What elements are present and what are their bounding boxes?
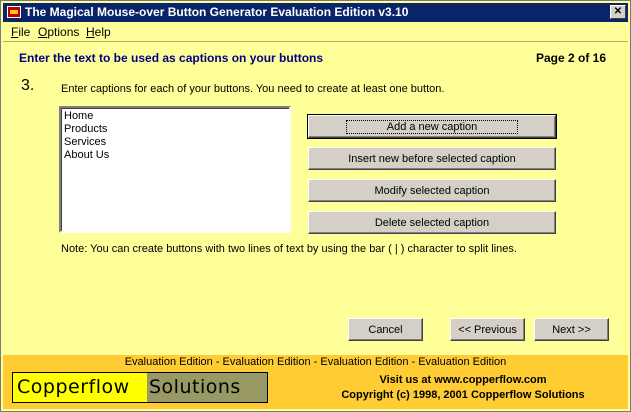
step-number: 3. — [21, 77, 35, 94]
menu-help[interactable]: Help — [86, 25, 111, 39]
company-logo[interactable]: Copperflow Solutions — [12, 372, 268, 403]
website-link[interactable]: Visit us at www.copperflow.com — [353, 374, 573, 386]
cancel-button[interactable]: Cancel — [348, 318, 423, 341]
menu-file-rest: ile — [18, 25, 31, 39]
footer: Copperflow Solutions Visit us at www.cop… — [3, 369, 628, 409]
caption-list-item[interactable]: About Us — [64, 149, 286, 162]
modify-caption-button[interactable]: Modify selected caption — [308, 179, 556, 202]
close-button[interactable]: ✕ — [610, 5, 626, 19]
title-bar[interactable]: The Magical Mouse-over Button Generator … — [3, 3, 628, 22]
menu-options-accel: O — [38, 25, 48, 39]
menu-options[interactable]: Options — [38, 25, 79, 39]
caption-list-item[interactable]: Services — [64, 136, 286, 149]
menu-file[interactable]: File — [11, 25, 30, 39]
page-instruction: Enter the text to be used as captions on… — [19, 51, 324, 65]
step-description: Enter captions for each of your buttons.… — [61, 83, 445, 95]
note-text: Note: You can create buttons with two li… — [61, 243, 517, 255]
previous-button[interactable]: << Previous — [450, 318, 525, 341]
add-caption-button[interactable]: Add a new caption — [307, 114, 557, 139]
copyright-text: Copyright (c) 1998, 2001 Copperflow Solu… — [341, 389, 585, 401]
insert-caption-button[interactable]: Insert new before selected caption — [308, 147, 556, 170]
delete-caption-button[interactable]: Delete selected caption — [308, 211, 556, 234]
menu-options-rest: ptions — [47, 25, 80, 39]
menu-help-rest: elp — [94, 25, 111, 39]
logo-right-text: Solutions — [147, 373, 267, 402]
window-title: The Magical Mouse-over Button Generator … — [25, 5, 409, 19]
page-header: Enter the text to be used as captions on… — [3, 41, 628, 71]
page-indicator: Page 2 of 16 — [535, 51, 606, 65]
app-window: The Magical Mouse-over Button Generator … — [0, 0, 631, 412]
menu-help-accel: H — [86, 25, 95, 39]
next-button[interactable]: Next >> — [534, 318, 609, 341]
logo-left-text: Copperflow — [13, 373, 147, 402]
evaluation-banner: Evaluation Edition - Evaluation Edition … — [3, 355, 628, 369]
app-icon — [7, 6, 21, 18]
caption-list-item[interactable]: Home — [64, 110, 286, 123]
menu-bar: File Options Help — [3, 23, 628, 41]
caption-list-item[interactable]: Products — [64, 123, 286, 136]
add-caption-label: Add a new caption — [345, 119, 519, 134]
captions-listbox[interactable]: Home Products Services About Us — [59, 106, 291, 233]
